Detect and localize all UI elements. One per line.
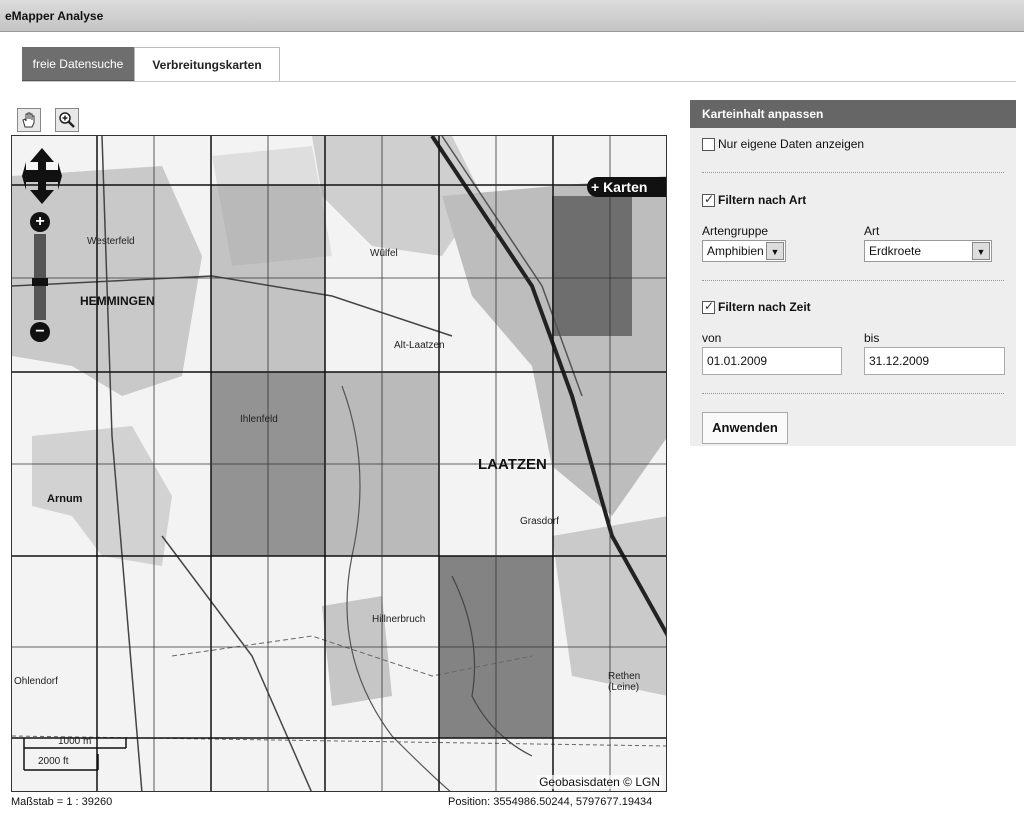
- chevron-down-icon: ▼: [766, 242, 784, 260]
- own-data-label: Nur eigene Daten anzeigen: [718, 137, 865, 151]
- place-label: Westerfeld: [87, 236, 135, 247]
- filter-zeit-checkbox[interactable]: [702, 299, 715, 314]
- zoom-control: + −: [30, 212, 50, 342]
- zoom-slider-thumb[interactable]: [32, 278, 48, 286]
- panel-title: Karteinhalt anpassen: [690, 100, 1016, 128]
- pan-tool-button[interactable]: [17, 108, 41, 132]
- bis-label: bis: [864, 331, 880, 345]
- filter-art-option[interactable]: Filtern nach Art: [702, 192, 807, 207]
- zoom-tool-button[interactable]: [55, 108, 79, 132]
- artengruppe-select[interactable]: Amphibien ▼: [702, 240, 786, 262]
- app-titlebar: eMapper Analyse: [0, 0, 1024, 32]
- chevron-down-icon: ▼: [972, 242, 990, 260]
- zoom-in-icon: [59, 112, 75, 128]
- place-label: Wülfel: [370, 248, 398, 259]
- pan-arrows-icon: [22, 148, 62, 204]
- art-value: Erdkroete: [869, 244, 922, 258]
- place-label: Arnum: [47, 493, 83, 505]
- place-label: Ohlendorf: [14, 676, 58, 687]
- von-date-field[interactable]: 01.01.2009: [702, 347, 842, 375]
- tab-divider: [22, 81, 1016, 82]
- map-position-readout: Position: 3554986.50244, 5797677.19434: [448, 796, 653, 808]
- bis-date-field[interactable]: 31.12.2009: [864, 347, 1005, 375]
- apply-button[interactable]: Anwenden: [702, 412, 788, 444]
- place-label: Grasdorf: [520, 516, 559, 527]
- zoom-out-button[interactable]: −: [30, 322, 50, 342]
- place-label: Hillnerbruch: [372, 614, 426, 625]
- map-view[interactable]: Westerfeld HEMMINGEN Wülfel Alt-Laatzen …: [11, 135, 667, 792]
- artengruppe-label: Artengruppe: [702, 224, 769, 238]
- filter-zeit-label: Filtern nach Zeit: [718, 300, 811, 314]
- divider: [702, 280, 1004, 281]
- hand-icon: [22, 112, 35, 128]
- divider: [702, 172, 1004, 173]
- map-tiles: [12, 136, 666, 791]
- zoom-in-button[interactable]: +: [30, 212, 50, 232]
- pan-control[interactable]: [22, 146, 62, 206]
- art-label: Art: [864, 224, 880, 238]
- place-label: Rethen (Leine): [608, 671, 641, 693]
- own-data-option[interactable]: Nur eigene Daten anzeigen: [702, 137, 864, 151]
- filter-art-checkbox[interactable]: [702, 192, 715, 207]
- app-title: eMapper Analyse: [5, 9, 104, 23]
- tab-freie-datensuche[interactable]: freie Datensuche: [22, 47, 134, 81]
- place-label: HEMMINGEN: [80, 294, 155, 308]
- tab-verbreitungskarten[interactable]: Verbreitungskarten: [134, 47, 280, 82]
- map-scale-readout: Maßstab = 1 : 39260: [11, 796, 113, 808]
- zoom-slider[interactable]: [32, 234, 48, 320]
- filter-art-label: Filtern nach Art: [718, 193, 807, 207]
- map-content-panel: Karteinhalt anpassen Nur eigene Daten an…: [690, 100, 1016, 446]
- own-data-checkbox[interactable]: [702, 137, 715, 151]
- filter-zeit-option[interactable]: Filtern nach Zeit: [702, 299, 811, 314]
- scale-bar: 1000 m 2000 ft: [22, 734, 132, 776]
- layer-switcher-button[interactable]: + Karten: [587, 177, 666, 197]
- place-label: LAATZEN: [478, 456, 547, 473]
- divider: [702, 393, 1004, 394]
- scale-imperial-label: 2000 ft: [38, 756, 69, 767]
- place-label: Ihlenfeld: [240, 414, 278, 425]
- place-label: Alt-Laatzen: [394, 340, 445, 351]
- map-copyright: Geobasisdaten © LGN: [537, 775, 662, 789]
- scale-metric-label: 1000 m: [58, 736, 92, 747]
- von-label: von: [702, 331, 722, 345]
- artengruppe-value: Amphibien: [707, 244, 764, 258]
- art-select[interactable]: Erdkroete ▼: [864, 240, 992, 262]
